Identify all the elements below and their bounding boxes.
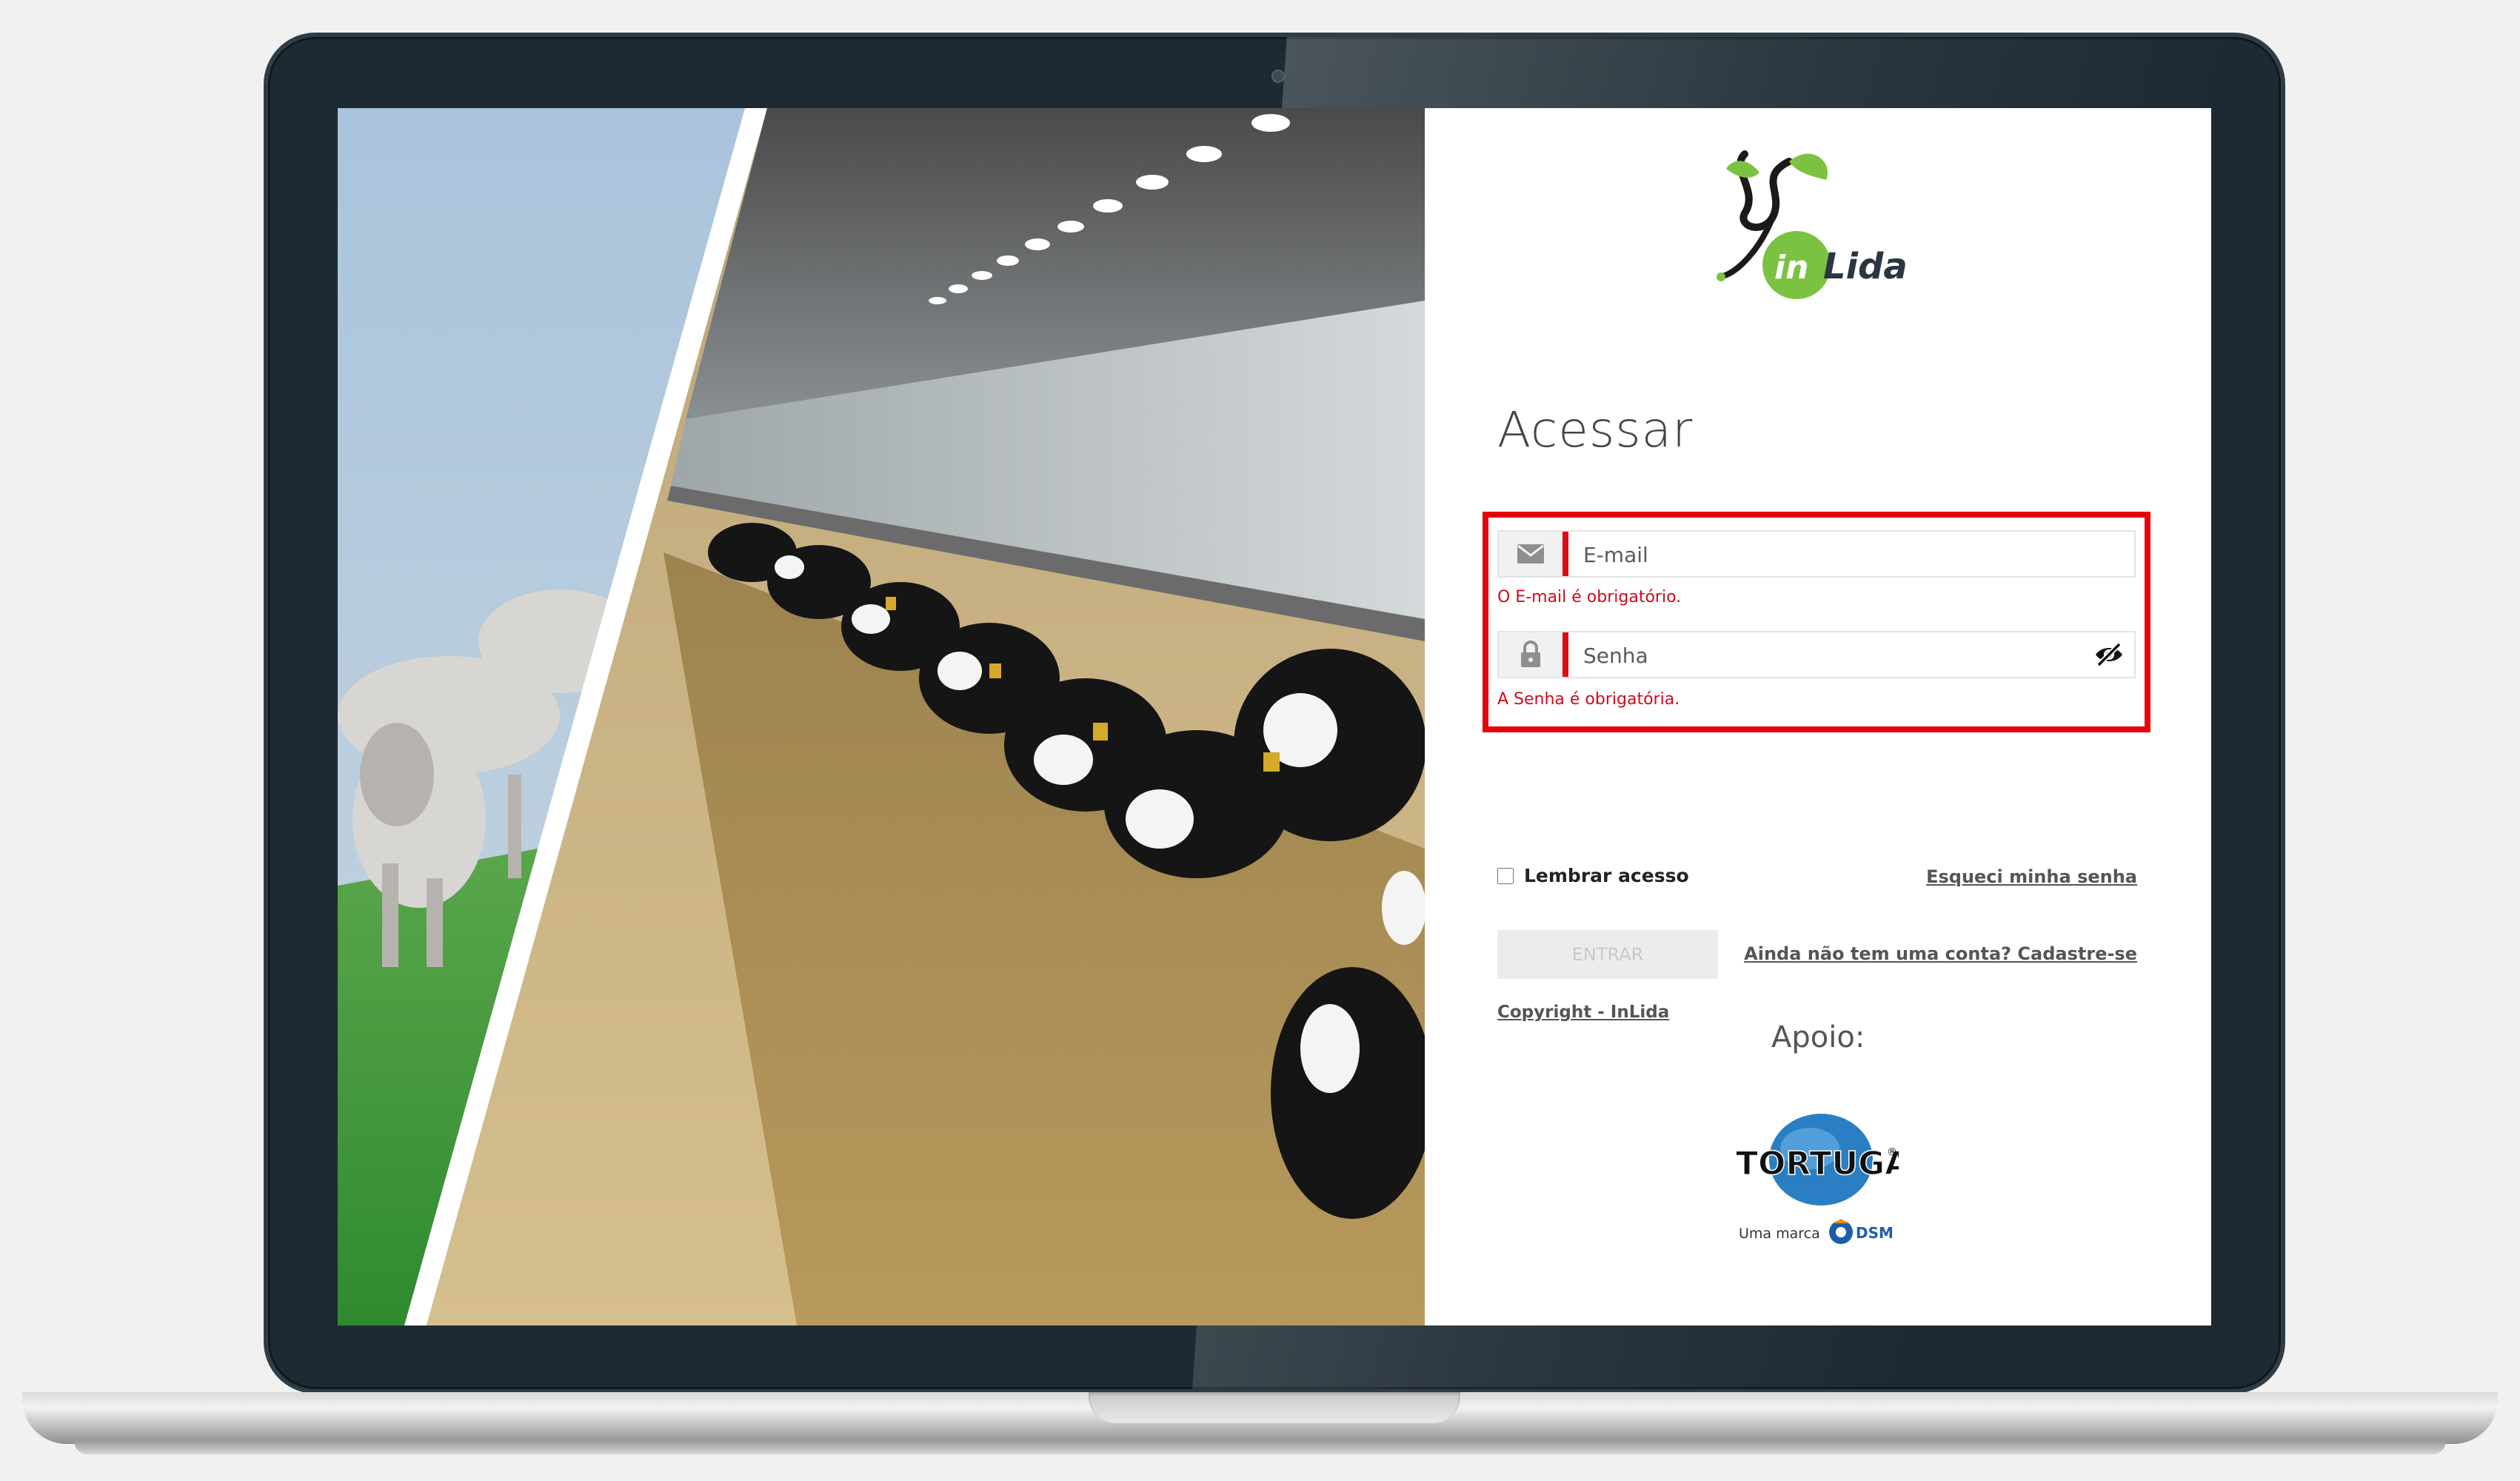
signup-link[interactable]: Ainda não tem uma conta? Cadastre-se (1744, 943, 2137, 964)
barn-illustration (338, 108, 1425, 1325)
login-panel: in Lida Acessar O E-mail é obrigatório. (1425, 108, 2211, 1325)
svg-text:®: ® (1887, 1146, 1897, 1158)
email-input[interactable] (1582, 532, 2088, 578)
email-error-indicator (1563, 532, 1568, 576)
screen: in Lida Acessar O E-mail é obrigatório. (338, 108, 2211, 1325)
copyright-link[interactable]: Copyright - InLida (1497, 1003, 1669, 1022)
password-error-message: A Senha é obrigatória. (1497, 690, 1680, 709)
email-field (1497, 530, 2136, 578)
remember-label: Lembrar acesso (1524, 865, 1689, 886)
tortuga-dsm-logo: TORTUGA ® Uma marca DSM (1735, 1114, 1899, 1244)
eye-slash-icon[interactable] (2094, 643, 2124, 666)
remember-checkbox[interactable] (1497, 867, 1514, 884)
support-label: Apoio: (1771, 1020, 1865, 1054)
password-error-indicator (1563, 632, 1568, 677)
enter-button[interactable]: ENTRAR (1497, 930, 1718, 979)
password-input[interactable] (1582, 632, 2088, 678)
envelope-icon (1499, 532, 1563, 576)
svg-text:Lida: Lida (1823, 246, 1908, 287)
svg-text:TORTUGA: TORTUGA (1736, 1145, 1899, 1183)
svg-text:in: in (1774, 249, 1808, 287)
svg-text:Uma marca: Uma marca (1739, 1226, 1820, 1242)
email-error-message: O E-mail é obrigatório. (1497, 588, 1682, 606)
svg-text:DSM: DSM (1856, 1224, 1894, 1242)
remember-access[interactable]: Lembrar acesso (1497, 865, 1689, 886)
hero-photo (338, 108, 1425, 1325)
camera (1271, 70, 1285, 83)
laptop-notch (1089, 1392, 1460, 1423)
page-title: Acessar (1497, 401, 1694, 458)
password-field (1497, 631, 2136, 678)
forgot-password-link[interactable]: Esqueci minha senha (1926, 866, 2137, 887)
laptop-base-bottom (74, 1441, 2446, 1454)
inlida-logo: in Lida (1717, 150, 1908, 299)
lock-icon (1499, 632, 1563, 677)
